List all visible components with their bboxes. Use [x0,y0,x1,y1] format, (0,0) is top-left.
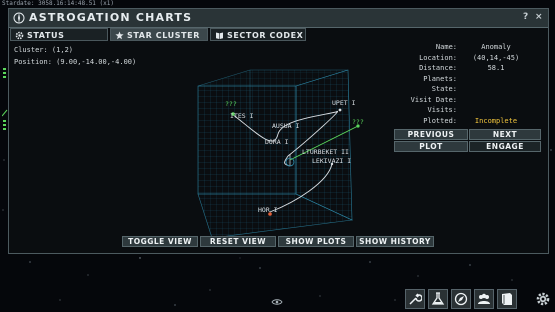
detail-row-distance: Distance: 58.1 [392,63,532,74]
detail-row-plotted: Plotted: Incomplete [392,116,532,127]
detail-label: Plotted: [423,116,457,125]
label-ausua: AUSUA I [272,122,299,130]
help-button[interactable]: ? [523,12,528,22]
position-text: Position: (9.00,-14.00,-4.00) [14,58,137,66]
window-titlebar[interactable]: ASTROGATION CHARTS ? × [9,9,548,28]
label-unknown-2: ??? [352,118,364,126]
engineering-button[interactable] [405,289,425,309]
detail-row-planets: Planets: [392,74,532,85]
tab-status-label: STATUS [27,31,65,40]
detail-label: Visits: [427,106,457,114]
tab-star-cluster-label: STAR CLUSTER [127,31,200,40]
detail-label: Planets: [423,74,457,83]
close-button[interactable]: × [535,12,543,22]
label-hor: HOR I [258,206,278,214]
detail-value: 58.1 [487,64,505,72]
plotted-status: Incomplete [474,116,518,125]
detail-row-visit-date: Visit Date: [392,95,532,106]
toggle-view-button[interactable]: TOGGLE VIEW [122,236,198,247]
crew-button[interactable] [474,289,494,309]
cluster-text: Cluster: (1,2) [14,46,74,54]
science-button[interactable] [428,289,448,309]
window-title: ASTROGATION CHARTS [29,11,193,24]
show-plots-button[interactable]: SHOW PLOTS [278,236,354,247]
flask-icon [431,292,445,305]
gear-icon [15,31,24,40]
cube-right-face [295,69,353,221]
system-details-panel: Name: Anomaly Location: (40,14,-45) Dist… [392,42,532,126]
compass-icon [454,292,468,306]
show-history-button[interactable]: SHOW HISTORY [356,236,434,247]
star-icon [115,31,124,40]
tab-bar: STATUS STAR CLUSTER SECTOR CODEX [9,28,548,42]
tab-star-cluster[interactable]: STAR CLUSTER [110,28,208,41]
label-unknown-1: ??? [225,100,237,108]
book-icon [502,293,512,305]
engage-button[interactable]: ENGAGE [469,141,541,152]
tab-sector-codex[interactable]: SECTOR CODEX [210,28,306,41]
position-info: Cluster: (1,2) Position: (9.00,-14.00,-4… [14,44,136,68]
detail-label: Distance: [419,64,457,72]
detail-label: Location: [419,53,457,62]
detail-row-state: State: [392,84,532,95]
next-button[interactable]: NEXT [469,129,541,140]
star-map-viewport[interactable]: ??? ITES I AUSUA I UPET I ??? DORA I LTU… [186,42,386,242]
eye-icon[interactable] [271,298,283,306]
detail-value: Anomaly [481,43,511,51]
detail-label: Name: [435,43,457,51]
label-ites: ITES I [230,112,254,120]
star-upet[interactable] [338,108,342,112]
wrench-icon [409,293,422,305]
detail-row-visits: Visits: [392,105,532,116]
detail-label: State: [431,85,457,93]
label-upet: UPET I [332,99,356,107]
label-lekivazi: LEKIVAZI I [312,157,351,165]
detail-value: (40,14,-45) [472,53,520,62]
navigation-button[interactable] [451,289,471,309]
reset-view-button[interactable]: RESET VIEW [200,236,276,247]
tab-sector-codex-label: SECTOR CODEX [227,31,304,40]
previous-button[interactable]: PREVIOUS [394,129,468,140]
settings-gear-icon[interactable] [535,291,551,307]
label-lturbekt: LTURBEKET II [302,148,349,156]
detail-row-location: Location: (40,14,-45) [392,53,532,64]
stardate-readout: Stardate: 3058.16:14:48.51 (x1) [2,0,114,7]
logbook-button[interactable] [497,289,517,309]
compass-rose-icon [13,12,25,24]
detail-label: Visit Date: [410,95,457,104]
plot-button[interactable]: PLOT [394,141,468,152]
crew-icon [478,293,490,304]
book-icon [216,32,223,39]
detail-row-name: Name: Anomaly [392,42,532,53]
label-dora: DORA I [265,138,289,146]
tab-status[interactable]: STATUS [10,28,108,41]
